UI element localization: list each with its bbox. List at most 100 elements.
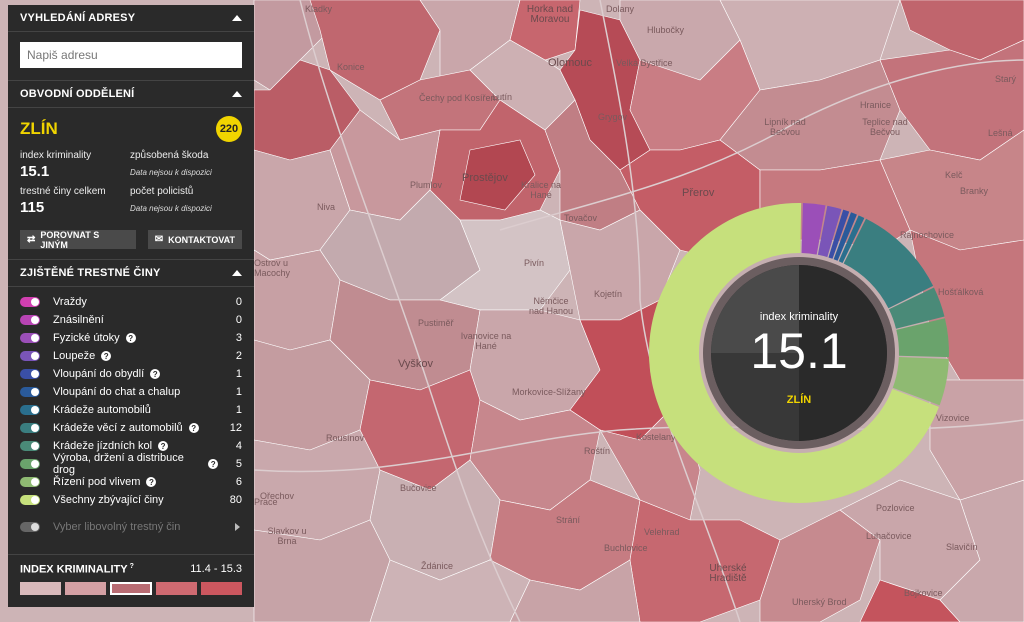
crime-label: Vraždy (53, 296, 218, 308)
crime-label: Krádeže věcí z automobilů? (53, 422, 218, 434)
donut-label: index kriminality (760, 311, 839, 323)
map-label: Lutín (492, 92, 513, 102)
crime-toggle[interactable] (20, 441, 40, 451)
help-icon[interactable]: ? (158, 441, 169, 451)
map-label: Strání (556, 515, 581, 525)
index-legend-swatch[interactable] (155, 581, 197, 595)
crime-filter-item[interactable]: Všechny zbývající činy 80 (20, 491, 242, 509)
compare-button[interactable]: ⇄ POROVNAT S JINÝM (20, 230, 136, 250)
collapse-caret-icon[interactable] (232, 91, 242, 97)
map-label: Plumlov (410, 180, 443, 190)
crime-filter-item[interactable]: Fyzické útoky? 3 (20, 329, 242, 347)
custom-crime-selector[interactable]: Vyber libovolný trestný čin (20, 518, 242, 536)
crime-toggle[interactable] (20, 387, 40, 397)
crime-count: 12 (229, 422, 242, 434)
crime-filter-item[interactable]: Krádeže věcí z automobilů? 12 (20, 419, 242, 437)
help-icon[interactable]: ? (101, 351, 112, 361)
crime-toggle[interactable] (20, 351, 40, 361)
index-legend: INDEX KRIMINALITY? 11.4 - 15.3 (8, 554, 254, 607)
map-label: Velká Bystřice (616, 58, 673, 68)
police-count-label: počet policistů (130, 186, 194, 197)
index-legend-swatch[interactable] (110, 581, 152, 595)
crime-label-text: Vloupání do chat a chalup (53, 386, 181, 398)
crime-filter-item[interactable]: Řízení pod vlivem? 6 (20, 473, 242, 491)
map-label: Uherský Brod (792, 597, 847, 607)
crime-toggle[interactable] (20, 315, 40, 325)
crimes-total-value: 115 (20, 199, 45, 216)
collapse-caret-icon[interactable] (232, 15, 242, 21)
map-label: Starý (995, 74, 1017, 84)
district-header[interactable]: OBVODNÍ ODDĚLENÍ (8, 81, 254, 108)
crime-filter-item[interactable]: Krádeže automobilů 1 (20, 401, 242, 419)
crime-toggle[interactable] (20, 297, 40, 307)
crime-donut-chart[interactable]: index kriminality 15.1 ZLÍN (646, 200, 952, 506)
crime-label: Krádeže jízdních kol? (53, 440, 218, 452)
crime-count: 6 (235, 476, 242, 488)
crimes-header[interactable]: ZJIŠTĚNÉ TRESTNÉ ČINY (8, 260, 254, 287)
crime-filter-item[interactable]: Loupeže? 2 (20, 347, 242, 365)
index-label: index kriminality (20, 150, 92, 161)
help-icon[interactable]: ? (125, 333, 136, 343)
map-label: Rousínov (326, 433, 365, 443)
help-icon[interactable]: ? (150, 369, 161, 379)
index-legend-swatch[interactable] (200, 581, 243, 595)
crime-label-text: Znásilnění (53, 314, 104, 326)
contact-button[interactable]: ✉ KONTAKTOVAT (147, 230, 242, 249)
donut-district: ZLÍN (787, 393, 811, 406)
crime-filter-item[interactable]: Vloupání do chat a chalup 1 (20, 383, 242, 401)
crime-count: 4 (235, 440, 242, 452)
map-label: Ostrov u Macochy (254, 258, 291, 278)
crime-count: 80 (229, 494, 242, 506)
map-label: Olomouc (548, 57, 593, 69)
side-panel: VYHLEDÁNÍ ADRESY OBVODNÍ ODDĚLENÍ ZLÍN 2… (8, 5, 254, 607)
help-icon[interactable]: ? (146, 477, 157, 487)
crime-filter-item[interactable]: Vraždy 0 (20, 293, 242, 311)
map-label: Kladky (305, 4, 333, 14)
map-label: Roštín (584, 446, 611, 456)
index-value: 15.1 (20, 163, 50, 180)
crime-label-text: Krádeže věcí z automobilů (53, 422, 183, 434)
crime-toggle[interactable] (20, 477, 40, 487)
address-search-header[interactable]: VYHLEDÁNÍ ADRESY (8, 5, 254, 32)
district-rank-badge: 220 (216, 116, 242, 142)
map-label: Buchlovice (604, 543, 648, 553)
help-icon[interactable]: ? (188, 423, 199, 433)
crime-toggle[interactable] (20, 423, 40, 433)
crime-count: 0 (235, 314, 242, 326)
help-icon[interactable]: ? (208, 459, 218, 469)
address-search-input[interactable] (20, 42, 242, 68)
address-search-section (8, 32, 254, 81)
crime-filter-item[interactable]: Vloupání do obydlí? 1 (20, 365, 242, 383)
crime-filter-item[interactable]: Znásilnění 0 (20, 311, 242, 329)
chevron-right-icon[interactable] (235, 523, 240, 531)
crime-filter-list: Vraždy 0 Znásilnění 0 Fyzické útoky? 3 Loupeže… (8, 287, 254, 509)
index-legend-swatch[interactable] (20, 581, 62, 595)
index-legend-swatch[interactable] (65, 581, 107, 595)
crime-toggle[interactable] (20, 495, 40, 505)
map-label: Kelč (945, 170, 963, 180)
crime-label-text: Všechny zbývající činy (53, 494, 164, 506)
crime-label: Všechny zbývající činy (53, 494, 218, 506)
crime-filter-item[interactable]: Výroba, držení a distribuce drog? 5 (20, 452, 242, 476)
map-label: Teplice nad Bečvou (862, 117, 908, 137)
crime-toggle[interactable] (20, 369, 40, 379)
crime-toggle[interactable] (20, 405, 40, 415)
crime-label: Vloupání do chat a chalup (53, 386, 218, 398)
crime-toggle[interactable] (20, 459, 40, 469)
custom-crime-toggle[interactable] (20, 522, 40, 532)
collapse-caret-icon[interactable] (232, 270, 242, 276)
crime-count: 1 (235, 386, 242, 398)
map-label: Ivanovice na Hané (460, 331, 512, 351)
donut-value: 15.1 (750, 323, 847, 379)
help-icon[interactable]: ? (130, 563, 134, 570)
map-label: Konice (337, 62, 365, 72)
crime-label: Řízení pod vlivem? (53, 476, 218, 488)
crime-toggle[interactable] (20, 333, 40, 343)
map-label: Slavičín (946, 542, 978, 552)
index-legend-swatches (8, 576, 254, 595)
map-label: Tovačov (564, 213, 598, 223)
compare-arrows-icon: ⇄ (27, 234, 36, 245)
map-label: Prostějov (462, 172, 508, 184)
crime-label-text: Vloupání do obydlí (53, 368, 145, 380)
map-label: Hlubočky (647, 25, 685, 35)
